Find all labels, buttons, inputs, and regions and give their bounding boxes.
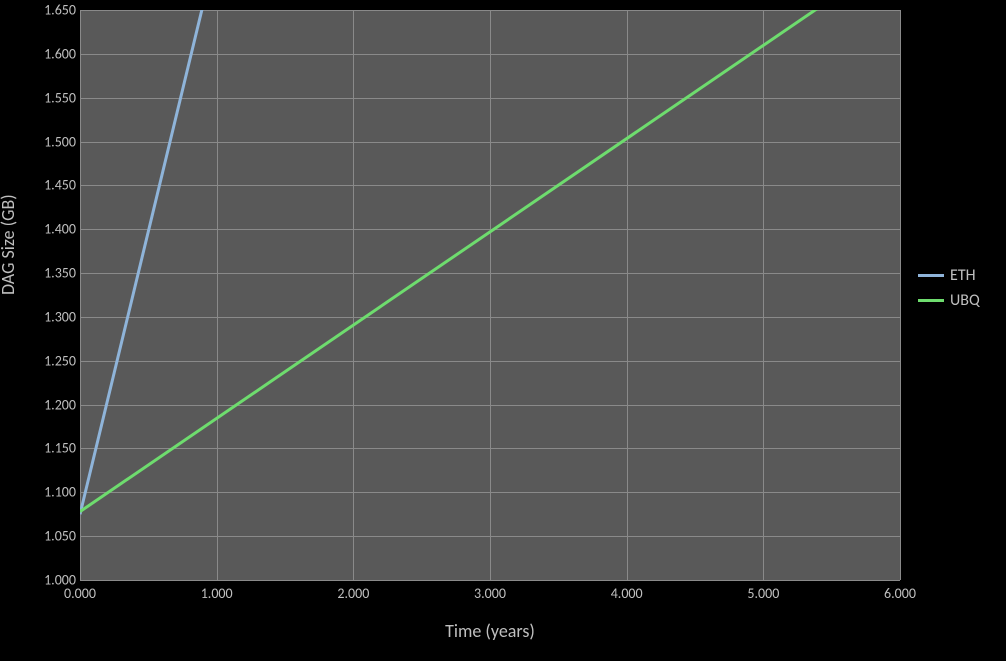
x-tick-label: 5.000 xyxy=(747,585,779,602)
x-axis-title: Time (years) xyxy=(445,620,535,642)
gridline-horizontal xyxy=(80,580,900,581)
y-tick-label: 1.400 xyxy=(6,221,76,238)
y-tick-label: 1.500 xyxy=(6,133,76,150)
y-tick-label: 1.550 xyxy=(6,89,76,106)
y-tick-label: 1.650 xyxy=(6,2,76,19)
x-tick-label: 3.000 xyxy=(474,585,506,602)
y-tick-label: 1.300 xyxy=(6,308,76,325)
series-line-eth xyxy=(80,10,217,514)
legend-item-ubq: UBQ xyxy=(918,291,980,310)
y-tick-label: 1.600 xyxy=(6,45,76,62)
y-tick-label: 1.250 xyxy=(6,352,76,369)
legend-label: ETH xyxy=(950,266,976,285)
x-tick-label: 4.000 xyxy=(611,585,643,602)
y-tick-label: 1.150 xyxy=(6,440,76,457)
series-line-ubq xyxy=(80,10,900,512)
y-tick-label: 1.050 xyxy=(6,528,76,545)
gridline-vertical xyxy=(900,10,901,580)
y-tick-label: 1.450 xyxy=(6,177,76,194)
y-tick-label: 1.200 xyxy=(6,396,76,413)
legend-item-eth: ETH xyxy=(918,266,980,285)
chart-legend: ETH UBQ xyxy=(918,260,980,316)
y-tick-label: 1.100 xyxy=(6,484,76,501)
x-tick-label: 1.000 xyxy=(201,585,233,602)
legend-label: UBQ xyxy=(950,291,980,310)
chart-lines-layer xyxy=(80,10,900,580)
x-tick-label: 0.000 xyxy=(64,585,96,602)
chart-container: DAG Size (GB) Time (years) ETHUBQ 1.0001… xyxy=(0,0,1006,661)
legend-swatch xyxy=(918,274,944,277)
y-tick-label: 1.350 xyxy=(6,265,76,282)
legend-swatch xyxy=(918,299,944,302)
x-tick-label: 6.000 xyxy=(884,585,916,602)
x-tick-label: 2.000 xyxy=(337,585,369,602)
